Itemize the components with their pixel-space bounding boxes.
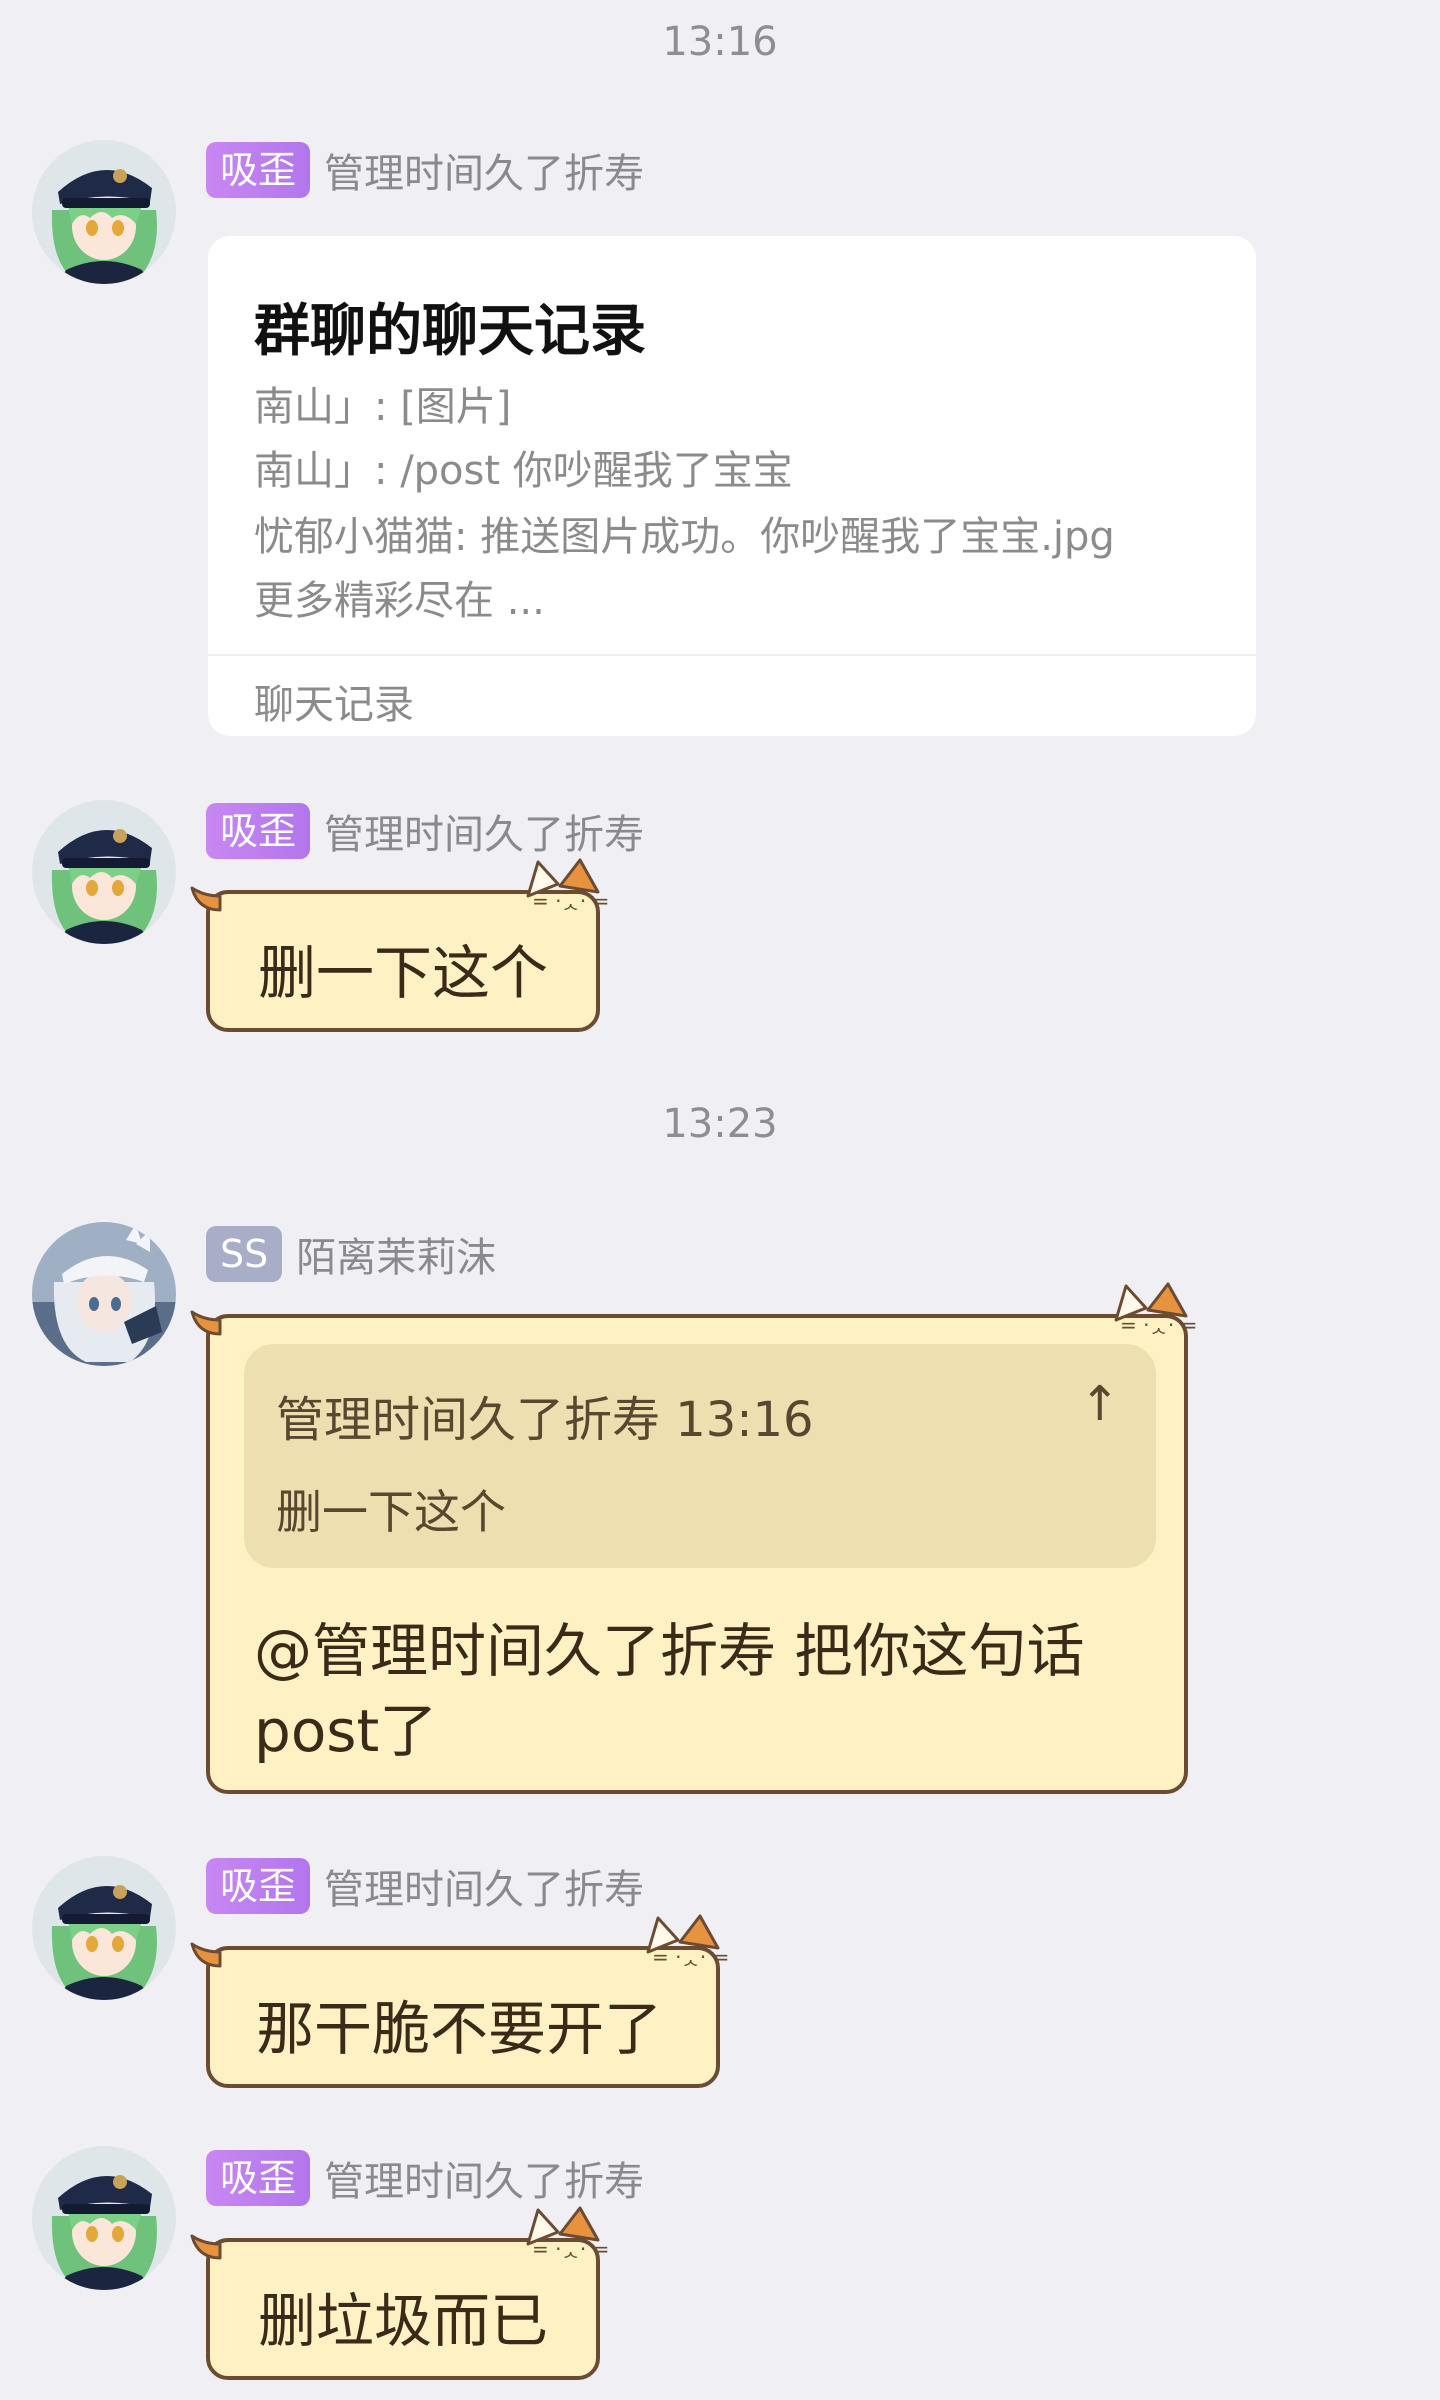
timestamp: 13:23 — [662, 1101, 778, 1147]
member-title-badge: SS — [206, 1226, 283, 1282]
message-text: 删垃圾而已 — [258, 2287, 549, 2355]
sender-name[interactable]: 陌离茉莉沫 — [296, 1225, 496, 1283]
chat-record-card[interactable]: 群聊的聊天记录 南山」: [图片] 南山」: /post 你吵醒我了宝宝 忧郁小… — [208, 236, 1256, 736]
message-text: 删一下这个 — [258, 939, 549, 1007]
cat-tail-decoration — [190, 886, 222, 912]
cat-tail-decoration — [190, 1310, 222, 1336]
avatar[interactable] — [32, 140, 176, 284]
sender-row: 吸歪 管理时间久了折寿 — [206, 142, 644, 198]
member-title-badge: 吸歪 — [206, 803, 311, 859]
cat-ears-decoration — [646, 1914, 731, 1968]
quote-body: 删一下这个 — [276, 1485, 506, 1539]
card-footer-label: 聊天记录 — [254, 682, 414, 728]
quoted-message[interactable]: 管理时间久了折寿 13:16 ↑ 删一下这个 — [244, 1344, 1156, 1568]
sender-name[interactable]: 管理时间久了折寿 — [324, 141, 644, 199]
cat-ears-decoration — [526, 2206, 611, 2260]
message-bubble[interactable]: 管理时间久了折寿 13:16 ↑ 删一下这个 @管理时间久了折寿 把你这句话 p… — [190, 1282, 1199, 1794]
message-bubble[interactable]: 删垃圾而已 — [190, 2206, 611, 2380]
card-preview-line: 南山」: /post 你吵醒我了宝宝 — [254, 448, 793, 494]
jump-to-original-icon[interactable]: ↑ — [1080, 1376, 1120, 1432]
message-text-line: @管理时间久了折寿 把你这句话 — [254, 1617, 1085, 1685]
avatar[interactable] — [32, 1856, 176, 2000]
message-bubble[interactable]: 删一下这个 — [190, 858, 611, 1032]
sender-row: 吸歪 管理时间久了折寿 — [206, 803, 644, 859]
cat-tail-decoration — [190, 1942, 222, 1968]
sender-row: 吸歪 管理时间久了折寿 — [206, 2150, 644, 2206]
avatar[interactable] — [32, 2146, 176, 2290]
sender-name[interactable]: 管理时间久了折寿 — [324, 1857, 644, 1915]
card-title: 群聊的聊天记录 — [254, 299, 646, 364]
cat-tail-decoration — [190, 2234, 222, 2260]
member-title-badge: 吸歪 — [206, 142, 311, 198]
member-title-badge: 吸歪 — [206, 2150, 311, 2206]
card-preview-line: 更多精彩尽在 ... — [254, 578, 545, 624]
cat-ears-decoration — [526, 858, 611, 912]
card-preview-line: 南山」: [图片] — [254, 384, 512, 430]
message-text: 那干脆不要开了 — [256, 1995, 663, 2063]
avatar[interactable] — [32, 800, 176, 944]
card-preview-line: 忧郁小猫猫: 推送图片成功。你吵醒我了宝宝.jpg — [254, 514, 1115, 560]
timestamp: 13:16 — [662, 19, 778, 65]
sender-row: SS 陌离茉莉沫 — [206, 1226, 496, 1282]
message-text-line: post了 — [254, 1697, 438, 1765]
quote-header: 管理时间久了折寿 13:16 — [276, 1392, 814, 1448]
member-title-badge: 吸歪 — [206, 1858, 311, 1914]
card-divider — [208, 654, 1256, 656]
avatar[interactable] — [32, 1222, 176, 1366]
cat-ears-decoration — [1114, 1282, 1199, 1336]
sender-row: 吸歪 管理时间久了折寿 — [206, 1858, 644, 1914]
sender-name[interactable]: 管理时间久了折寿 — [324, 802, 644, 860]
message-bubble[interactable]: 那干脆不要开了 — [190, 1914, 731, 2088]
sender-name[interactable]: 管理时间久了折寿 — [324, 2149, 644, 2207]
